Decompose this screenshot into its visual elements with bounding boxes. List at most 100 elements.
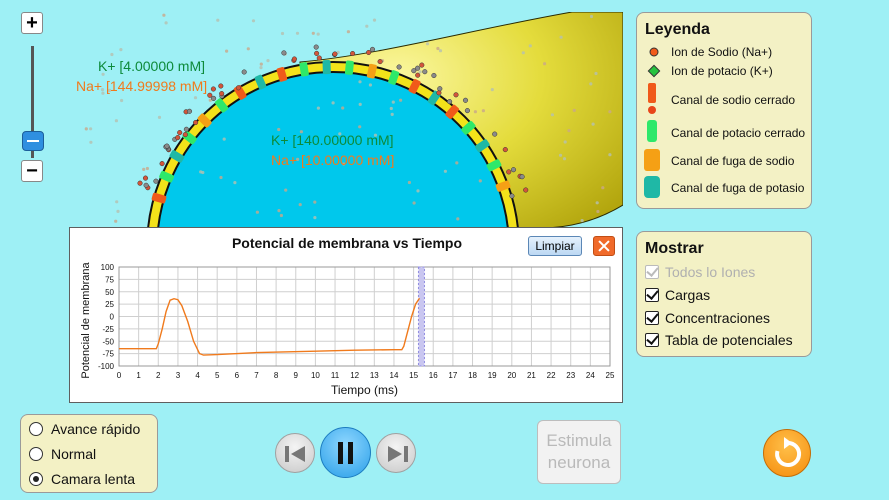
potassium-leak-channel-icon	[644, 176, 660, 198]
ion-particle	[182, 132, 188, 138]
reset-icon	[775, 437, 802, 467]
ion-particle	[216, 18, 220, 22]
ion-particle	[456, 217, 460, 221]
ion-particle	[153, 178, 159, 184]
zoom-out-button[interactable]: −	[21, 160, 43, 182]
pause-button[interactable]	[320, 427, 371, 478]
x-tick-label: 11	[331, 371, 340, 380]
speed-normal[interactable]: Normal	[29, 446, 96, 462]
ion-particle	[478, 179, 482, 183]
option-charges[interactable]: Cargas	[645, 287, 710, 303]
reset-button[interactable]	[763, 429, 811, 477]
x-tick-label: 5	[215, 371, 220, 380]
ion-particle	[490, 88, 494, 92]
inside-k-concentration: K+ [140.00000 mM]	[271, 132, 394, 148]
x-tick-label: 3	[176, 371, 181, 380]
option-concentrations[interactable]: Concentraciones	[645, 310, 770, 326]
speed-label: Avance rápido	[51, 421, 141, 437]
ion-particle	[389, 106, 393, 111]
ion-particle	[502, 147, 508, 153]
closed-potassium-channel-icon	[647, 120, 657, 142]
ion-particle	[164, 143, 170, 149]
ion-particle	[407, 180, 411, 185]
y-tick-label: -50	[102, 337, 114, 346]
ion-particle	[114, 119, 118, 123]
ion-particle	[233, 181, 237, 185]
x-tick-label: 25	[606, 371, 615, 380]
ion-particle	[89, 140, 93, 144]
x-tick-label: 7	[254, 371, 259, 380]
option-potential-chart[interactable]: Tabla de potenciales	[645, 332, 793, 348]
ion-particle	[193, 96, 198, 100]
ion-particle	[89, 127, 93, 131]
checkbox[interactable]	[645, 311, 659, 325]
ion-particle	[346, 30, 350, 34]
ion-particle	[438, 49, 443, 53]
ion-particle	[519, 174, 525, 180]
ion-particle	[464, 108, 470, 114]
speed-slow-motion[interactable]: Camara lenta	[29, 471, 135, 487]
ion-particle	[366, 49, 372, 56]
stimulate-neuron-button[interactable]: Estimula neurona	[537, 420, 621, 484]
x-tick-label: 12	[350, 371, 359, 380]
radio[interactable]	[29, 472, 43, 486]
ion-particle	[550, 113, 555, 117]
ion-particle	[281, 50, 287, 56]
ion-particle	[594, 71, 598, 76]
membrane-potential-chart: 0 1 2 3 4 5 6 7 8 9 10 11 12 13 14 15 16 17 18 19 20 21 22 23 24…	[80, 262, 615, 397]
radio[interactable]	[29, 447, 43, 461]
speed-label: Camara lenta	[51, 471, 136, 487]
x-tick-label: 17	[448, 371, 457, 380]
x-tick-label: 0	[117, 371, 122, 380]
ion-particle	[572, 108, 576, 112]
y-tick-label: -100	[98, 362, 115, 371]
ion-particle	[358, 102, 362, 106]
zoom-slider-thumb[interactable]	[22, 131, 44, 151]
ion-particle	[120, 98, 124, 103]
ion-particle	[509, 193, 515, 199]
ion-particle	[159, 161, 165, 167]
stimulate-label: Estimula	[546, 431, 612, 450]
ion-particle	[316, 32, 320, 36]
ion-particle	[412, 201, 416, 205]
ion-particle	[277, 209, 281, 213]
y-tick-label: 100	[101, 263, 115, 272]
ion-particle	[455, 161, 459, 165]
legend-item-label: Canal de sodio cerrado	[671, 93, 796, 107]
step-forward-button[interactable]	[376, 433, 416, 473]
sodium-leak-channel-icon	[644, 149, 660, 171]
ion-particle	[199, 170, 203, 174]
outside-k-concentration: K+ [4.00000 mM]	[98, 58, 206, 74]
checkbox[interactable]	[645, 333, 659, 347]
ion-particle	[419, 62, 425, 68]
ion-particle	[255, 210, 259, 214]
ion-particle	[266, 59, 270, 63]
ion-particle	[563, 140, 567, 144]
y-tick-label: 50	[105, 288, 114, 297]
zoom-in-button[interactable]: +	[21, 12, 43, 34]
ion-particle	[608, 110, 612, 114]
ion-particle	[453, 92, 459, 98]
speed-fast-forward[interactable]: Avance rápido	[29, 421, 140, 437]
y-tick-label: -75	[102, 350, 114, 359]
ion-particle	[368, 83, 372, 87]
ion-particle	[543, 62, 547, 66]
ion-particle	[436, 90, 442, 96]
time-cursor	[417, 266, 425, 367]
x-tick-label: 14	[390, 371, 399, 380]
pause-icon	[338, 442, 343, 464]
membrane-channel	[322, 60, 331, 75]
ion-particle	[462, 97, 469, 103]
x-tick-label: 1	[136, 371, 141, 380]
checkbox[interactable]	[645, 288, 659, 302]
legend-title: Leyenda	[645, 21, 710, 38]
stimulate-label: neurona	[547, 453, 611, 472]
outside-na-concentration: Na+ [144.99998 mM]	[76, 78, 208, 94]
ion-particle	[142, 167, 146, 171]
ion-particle	[589, 14, 594, 19]
ion-particle	[313, 200, 317, 204]
ion-particle	[295, 31, 300, 35]
step-back-button[interactable]	[275, 433, 315, 473]
radio[interactable]	[29, 422, 43, 436]
ion-particle	[110, 52, 114, 57]
